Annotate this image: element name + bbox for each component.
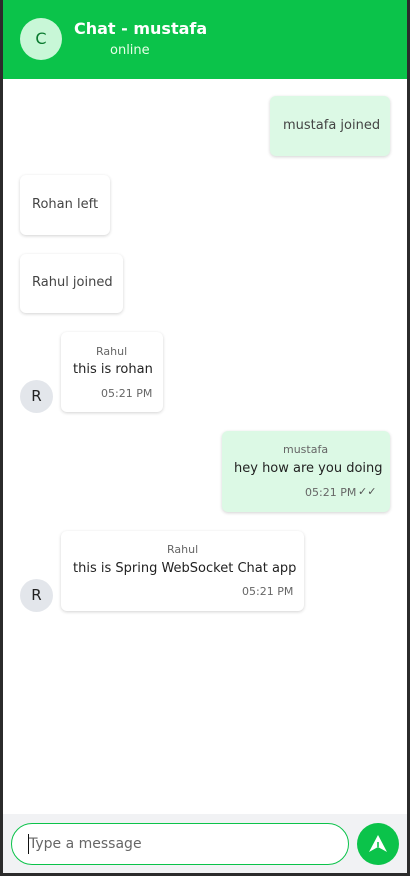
event-text: Rahul joined <box>32 275 113 290</box>
message-text: hey how are you doing <box>234 461 383 476</box>
message-sender: mustafa <box>283 443 329 456</box>
system-event: mustafa joined <box>270 96 390 156</box>
chat-header: C Chat - mustafa online <box>3 0 407 79</box>
message-time: 05:21 PM <box>305 486 357 499</box>
chat-window: C Chat - mustafa online mustafa joined R… <box>3 0 407 873</box>
text-caret <box>28 834 29 854</box>
avatar: R <box>20 579 53 612</box>
composer-bar <box>3 814 407 873</box>
chat-avatar: C <box>20 18 62 60</box>
message-list[interactable]: mustafa joined Rohan left Rahul joined R… <box>3 79 407 814</box>
chat-status: online <box>110 43 150 58</box>
message-time: 05:21 PM <box>101 387 153 400</box>
message-input[interactable] <box>11 823 349 865</box>
message-bubble: Rahul this is rohan 05:21 PM <box>61 332 163 412</box>
read-receipt-icon: ✓✓ <box>358 485 377 498</box>
message-bubble: Rahul this is Spring WebSocket Chat app … <box>61 531 304 611</box>
system-event: Rohan left <box>20 175 110 235</box>
message-sender: Rahul <box>167 543 199 556</box>
avatar: R <box>20 380 53 413</box>
message-text: this is Spring WebSocket Chat app <box>73 561 297 576</box>
message-time: 05:21 PM <box>242 585 294 598</box>
send-arrow-icon <box>369 835 387 852</box>
event-text: mustafa joined <box>283 118 381 133</box>
message-text: this is rohan <box>73 362 153 377</box>
message-bubble: mustafa hey how are you doing 05:21 PM ✓… <box>222 431 390 512</box>
send-button[interactable] <box>357 823 399 865</box>
system-event: Rahul joined <box>20 254 123 313</box>
message-sender: Rahul <box>96 345 128 358</box>
event-text: Rohan left <box>32 197 99 212</box>
chat-title: Chat - mustafa <box>74 19 208 38</box>
